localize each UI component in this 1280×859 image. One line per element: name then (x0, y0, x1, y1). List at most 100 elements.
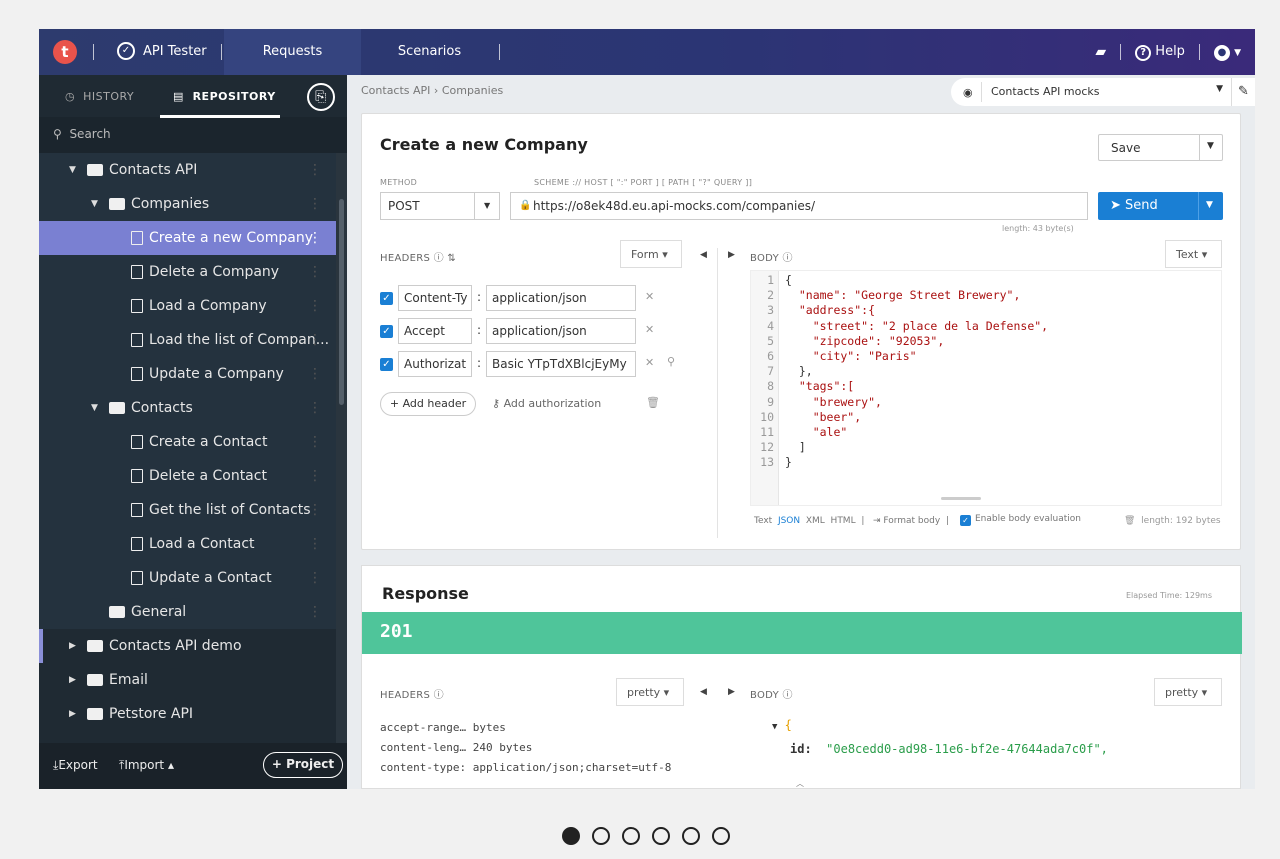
chevron-right-icon[interactable]: ▶ (69, 663, 76, 697)
request-title[interactable]: Create a new Company (380, 135, 588, 154)
more-options-icon[interactable]: ⋮ (308, 391, 322, 425)
format-body-button[interactable]: ⇥ Format body (873, 516, 940, 526)
scrollbar-thumb[interactable] (339, 199, 344, 405)
close-icon[interactable]: ✕ (645, 323, 654, 336)
more-options-icon[interactable]: ⋮ (308, 187, 322, 221)
add-project-button[interactable]: + Project (263, 752, 343, 778)
tree-item-folder[interactable]: General ⋮ (39, 595, 336, 629)
checkbox-icon[interactable]: ✓ (380, 292, 393, 305)
checkbox-icon[interactable]: ✓ (380, 358, 393, 371)
chevron-down-icon[interactable]: ▼ (69, 153, 76, 187)
add-authorization-button[interactable]: ⚷ Add authorization (492, 397, 601, 410)
editor-scrollbar[interactable] (941, 497, 981, 500)
arrow-right-icon[interactable]: ▶ (728, 250, 735, 260)
more-options-icon[interactable]: ⋮ (308, 289, 322, 323)
add-header-button[interactable]: + Add header (380, 392, 476, 416)
body-editor[interactable]: 1 2 3 4 5 6 7 8 9 10 11 12 13 { "name": "George Stre… (750, 270, 1222, 506)
environment-select[interactable]: ◉ Contacts API mocks ▼ (951, 78, 1231, 106)
trash-icon[interactable]: 🗑 (646, 396, 660, 409)
more-options-icon[interactable]: ⋮ (308, 425, 322, 459)
tree-item-folder[interactable]: ▼ Companies ⋮ (39, 187, 336, 221)
pencil-icon[interactable]: ✎ (1231, 78, 1255, 106)
more-options-icon[interactable]: ⋮ (308, 459, 322, 493)
chevron-down-icon[interactable]: ▼ (91, 187, 98, 221)
import-button[interactable]: ⤒Import ▴ (119, 758, 174, 773)
body-type-select[interactable]: Text ▾ (1165, 240, 1222, 268)
user-menu[interactable]: ● ▼ (1213, 44, 1241, 61)
more-options-icon[interactable]: ⋮ (308, 493, 322, 527)
format-json[interactable]: JSON (778, 516, 800, 526)
header-key-input[interactable]: Content-Ty (398, 285, 472, 311)
url-input[interactable]: 🔒 https://o8ek48d.eu.api-mocks.com/compa… (510, 192, 1088, 220)
tree-item-request[interactable]: Get the list of Contacts ⋮ (39, 493, 336, 527)
header-value-input[interactable]: Basic YTpTdXBlcjEyMy (486, 351, 636, 377)
form-toggle[interactable]: Form ▾ (620, 240, 682, 268)
enable-evaluation-checkbox[interactable]: ✓ Enable body evaluation (960, 514, 1081, 526)
more-options-icon[interactable]: ⋮ (308, 357, 322, 391)
tree-item-project[interactable]: ▶ Contacts API demo (39, 629, 336, 663)
chevron-right-icon[interactable]: ▶ (69, 697, 76, 731)
help-button[interactable]: ? Help (1135, 44, 1185, 61)
breadcrumb[interactable]: Contacts API › Companies (361, 84, 503, 97)
tree-item-request[interactable]: Create a Contact ⋮ (39, 425, 336, 459)
header-value-input[interactable]: application/json (486, 285, 636, 311)
collapse-toggle-icon[interactable]: ▼ (772, 722, 777, 732)
chat-icon[interactable]: ▰ (1095, 44, 1106, 60)
header-value-input[interactable]: application/json (486, 318, 636, 344)
arrow-left-icon[interactable]: ◀ (700, 687, 707, 697)
key-icon[interactable]: ⚲ (667, 355, 675, 368)
carousel-dot[interactable] (712, 827, 730, 845)
tab-requests[interactable]: Requests (224, 29, 361, 75)
trash-icon[interactable]: 🗑 (1124, 516, 1135, 526)
carousel-dot[interactable] (652, 827, 670, 845)
new-document-icon[interactable]: ⎘ (307, 83, 335, 111)
chevron-down-icon[interactable]: ▼ (1206, 200, 1213, 210)
search-input[interactable]: ⚲ Search (39, 117, 347, 153)
pane-divider[interactable] (717, 248, 718, 538)
close-icon[interactable]: ✕ (645, 356, 654, 369)
chevron-down-icon[interactable]: ▼ (91, 391, 98, 425)
chevron-up-icon[interactable]: ︿ (796, 778, 804, 789)
chevron-down-icon[interactable]: ▼ (1207, 141, 1214, 151)
header-key-input[interactable]: Accept (398, 318, 472, 344)
checkbox-icon[interactable]: ✓ (380, 325, 393, 338)
sort-icon[interactable]: ⇅ (447, 253, 456, 264)
carousel-dot[interactable] (622, 827, 640, 845)
format-html[interactable]: HTML (831, 516, 856, 526)
carousel-dot[interactable] (592, 827, 610, 845)
format-xml[interactable]: XML (806, 516, 825, 526)
response-headers-view-select[interactable]: pretty ▾ (616, 678, 684, 706)
tree-item-project[interactable]: ▼ Contacts API ⋮ (39, 153, 336, 187)
close-icon[interactable]: ✕ (645, 290, 654, 303)
chevron-right-icon[interactable]: ▶ (69, 629, 76, 663)
arrow-right-icon[interactable]: ▶ (728, 687, 735, 697)
more-options-icon[interactable]: ⋮ (308, 255, 322, 289)
tree-item-project[interactable]: ▶ Email (39, 663, 336, 697)
tab-repository[interactable]: ▤ REPOSITORY (173, 90, 276, 103)
more-options-icon[interactable]: ⋮ (308, 561, 322, 595)
tab-history[interactable]: ◷ HISTORY (65, 90, 134, 103)
app-title[interactable]: ✓ API Tester (117, 42, 207, 60)
arrow-left-icon[interactable]: ◀ (700, 250, 707, 260)
format-text[interactable]: Text (754, 516, 772, 526)
tree-item-request[interactable]: Load a Contact ⋮ (39, 527, 336, 561)
tree-item-request[interactable]: Delete a Contact ⋮ (39, 459, 336, 493)
method-select[interactable]: POST ▼ (380, 192, 500, 220)
tree-item-request[interactable]: Update a Contact ⋮ (39, 561, 336, 595)
carousel-dot[interactable] (562, 827, 580, 845)
more-options-icon[interactable]: ⋮ (308, 323, 322, 357)
more-options-icon[interactable]: ⋮ (308, 221, 322, 255)
logo-icon[interactable]: t (53, 40, 77, 64)
tree-item-request[interactable]: Update a Company ⋮ (39, 357, 336, 391)
tree-item-folder[interactable]: ▼ Contacts ⋮ (39, 391, 336, 425)
tree-item-request[interactable]: Load a Company ⋮ (39, 289, 336, 323)
tree-item-project[interactable]: ▶ Petstore API (39, 697, 336, 731)
tree-item-request[interactable]: Load the list of Compan... ⋮ (39, 323, 336, 357)
more-options-icon[interactable]: ⋮ (308, 153, 322, 187)
carousel-dot[interactable] (682, 827, 700, 845)
tab-scenarios[interactable]: Scenarios (361, 29, 498, 75)
more-options-icon[interactable]: ⋮ (308, 595, 322, 629)
response-body-view-select[interactable]: pretty ▾ (1154, 678, 1222, 706)
tree-item-request[interactable]: Delete a Company ⋮ (39, 255, 336, 289)
save-button[interactable]: Save ▼ (1098, 134, 1223, 161)
